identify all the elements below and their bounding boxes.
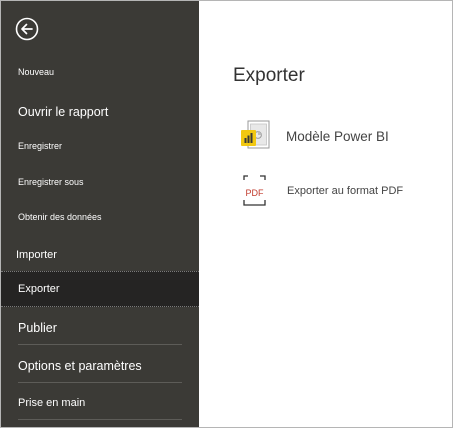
backstage-window: Nouveau Ouvrir le rapport Enregistrer En… bbox=[0, 0, 453, 428]
main-panel: Exporter Modèle Power BI PDF Exporter au… bbox=[199, 1, 452, 427]
nav-item-options-et-parametres[interactable]: Options et paramètres bbox=[1, 359, 199, 373]
sidebar-divider bbox=[18, 382, 182, 383]
nav-item-publier[interactable]: Publier bbox=[1, 321, 199, 335]
option-export-pdf[interactable]: PDF Exporter au format PDF bbox=[239, 174, 439, 214]
pdf-file-icon: PDF bbox=[243, 175, 267, 206]
powerbi-template-icon bbox=[241, 120, 270, 149]
pdf-icon-text: PDF bbox=[246, 188, 265, 198]
option-powerbi-template[interactable]: Modèle Power BI bbox=[239, 119, 429, 159]
nav-item-enregistrer-sous[interactable]: Enregistrer sous bbox=[1, 177, 199, 187]
page-title: Exporter bbox=[233, 65, 305, 86]
nav-item-enregistrer[interactable]: Enregistrer bbox=[1, 141, 199, 151]
option-label: Exporter au format PDF bbox=[287, 185, 404, 197]
nav-item-obtenir-des-donnees[interactable]: Obtenir des données bbox=[1, 212, 199, 222]
nav-item-nouveau[interactable]: Nouveau bbox=[1, 67, 199, 77]
sidebar-divider bbox=[18, 344, 182, 345]
nav-item-importer[interactable]: Importer bbox=[1, 249, 199, 261]
back-arrow-icon[interactable] bbox=[15, 17, 39, 41]
nav-item-exporter[interactable]: Exporter bbox=[1, 271, 199, 307]
nav-item-ouvrir-le-rapport[interactable]: Ouvrir le rapport bbox=[1, 105, 199, 119]
option-label: Modèle Power BI bbox=[286, 129, 389, 144]
nav-item-prise-en-main[interactable]: Prise en main bbox=[1, 397, 199, 409]
sidebar-divider bbox=[18, 419, 182, 420]
sidebar: Nouveau Ouvrir le rapport Enregistrer En… bbox=[1, 1, 199, 427]
